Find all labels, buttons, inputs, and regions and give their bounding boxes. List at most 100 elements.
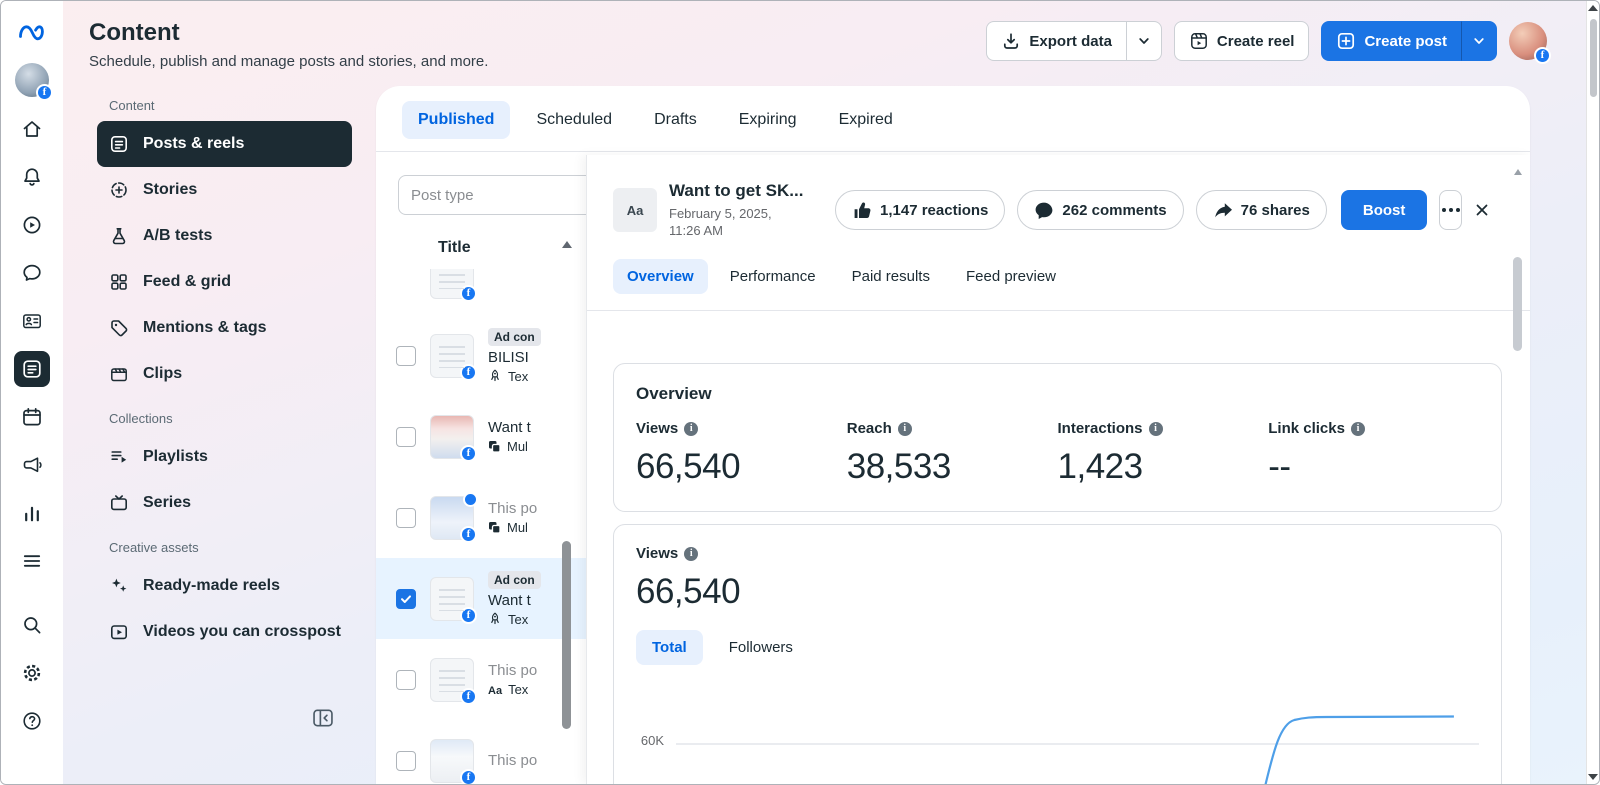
sidebar-item-label: Feed & grid — [143, 273, 232, 290]
sidebar-item-label: Playlists — [143, 448, 208, 465]
detail-tab-overview[interactable]: Overview — [613, 259, 708, 294]
business-avatar[interactable] — [15, 63, 53, 101]
post-row[interactable]: This po Tex — [376, 639, 586, 720]
overview-heading: Overview — [636, 384, 712, 403]
scroll-down-icon[interactable] — [1588, 774, 1598, 780]
export-data-dropdown[interactable] — [1125, 21, 1162, 61]
create-post-button[interactable]: Create post — [1321, 21, 1461, 61]
shares-label: 76 shares — [1240, 201, 1310, 219]
scrollbar-thumb[interactable] — [1590, 19, 1597, 97]
post-row-subtitle: Mul — [488, 439, 586, 454]
sidebar-item-clips[interactable]: Clips — [97, 351, 352, 397]
reactions-label: 1,147 reactions — [880, 201, 989, 219]
sidebar-item-playlists[interactable]: Playlists — [97, 434, 352, 480]
notifications-icon[interactable] — [14, 159, 50, 195]
content-icon[interactable] — [14, 351, 50, 387]
post-type-filter[interactable]: Post type — [398, 175, 586, 215]
views-total-tab[interactable]: Total — [636, 630, 703, 665]
all-tools-icon[interactable] — [14, 543, 50, 579]
home-icon[interactable] — [14, 111, 50, 147]
create-post-dropdown[interactable] — [1461, 21, 1497, 61]
sidebar-item-feed-grid[interactable]: Feed & grid — [97, 259, 352, 305]
post-row-selected[interactable]: Ad con Want t Tex — [376, 558, 586, 639]
sidebar-item-mentions-tags[interactable]: Mentions & tags — [97, 305, 352, 351]
sidebar-item-series[interactable]: Series — [97, 480, 352, 526]
export-data-button[interactable]: Export data — [986, 21, 1126, 61]
messages-icon[interactable] — [14, 255, 50, 291]
sidebar-item-label: Ready-made reels — [143, 577, 280, 594]
account-avatar[interactable] — [1509, 22, 1551, 64]
shares-button[interactable]: 76 shares — [1195, 190, 1327, 230]
info-icon[interactable] — [684, 546, 699, 561]
post-row-title: This po — [488, 500, 538, 517]
ads-manager-icon[interactable] — [14, 207, 50, 243]
search-icon[interactable] — [14, 607, 50, 643]
row-checkbox[interactable] — [396, 426, 416, 447]
post-row-text: This po Mul — [488, 500, 586, 535]
post-thumbnail — [430, 414, 477, 462]
post-row[interactable]: This po Mul — [376, 477, 586, 558]
boost-button[interactable]: Boost — [1340, 190, 1428, 230]
meta-logo[interactable] — [17, 17, 47, 47]
reactions-button[interactable]: 1,147 reactions — [835, 190, 1006, 230]
scroll-up-icon[interactable] — [1513, 169, 1522, 175]
scrollbar-thumb[interactable] — [1513, 257, 1522, 351]
detail-tab-feed-preview[interactable]: Feed preview — [952, 259, 1070, 294]
collapse-sidebar-button[interactable] — [310, 706, 336, 732]
post-row-subtitle: Tex — [488, 682, 586, 697]
create-reel-button[interactable]: Create reel — [1173, 21, 1310, 61]
metric-link-clicks: Link clicks -- — [1268, 420, 1479, 487]
row-checkbox[interactable] — [396, 669, 416, 690]
post-row-partial[interactable] — [376, 269, 586, 315]
row-checkbox[interactable] — [396, 507, 416, 528]
tab-scheduled[interactable]: Scheduled — [520, 101, 628, 139]
playlists-icon — [109, 447, 129, 467]
tab-drafts[interactable]: Drafts — [638, 101, 713, 139]
row-checkbox-checked[interactable] — [396, 588, 416, 609]
row-checkbox[interactable] — [396, 750, 416, 771]
sidebar-item-ab-tests[interactable]: A/B tests — [97, 213, 352, 259]
scrollbar-thumb[interactable] — [562, 541, 571, 729]
sidebar-item-posts-reels[interactable]: Posts & reels — [97, 121, 352, 167]
sidebar-item-stories[interactable]: Stories — [97, 167, 352, 213]
detail-tab-performance[interactable]: Performance — [716, 259, 830, 294]
post-row[interactable]: This po — [376, 720, 586, 784]
info-icon[interactable] — [897, 421, 912, 436]
row-checkbox[interactable] — [396, 345, 416, 366]
browser-scrollbar[interactable] — [1586, 1, 1599, 784]
post-row-subtitle: Tex — [488, 612, 586, 627]
planner-icon[interactable] — [14, 399, 50, 435]
settings-icon[interactable] — [14, 655, 50, 691]
post-row-text: Ad con BILISI Tex — [488, 327, 586, 384]
more-options-button[interactable] — [1439, 190, 1462, 230]
metric-value: 38,533 — [846, 447, 952, 486]
post-row[interactable]: Ad con BILISI Tex — [376, 315, 586, 396]
tab-expired[interactable]: Expired — [823, 101, 909, 139]
post-title: Want to get SK... — [669, 181, 804, 200]
tab-expiring[interactable]: Expiring — [723, 101, 813, 139]
help-icon[interactable] — [14, 703, 50, 739]
info-icon[interactable] — [1350, 421, 1365, 436]
detail-tab-paid-results[interactable]: Paid results — [838, 259, 944, 294]
insights-icon[interactable] — [14, 495, 50, 531]
scroll-up-icon[interactable] — [1588, 5, 1598, 11]
tab-published[interactable]: Published — [402, 101, 511, 139]
ab-tests-icon — [109, 226, 129, 246]
info-icon[interactable] — [1148, 421, 1163, 436]
ads-icon[interactable] — [14, 447, 50, 483]
sidebar-item-crosspost-videos[interactable]: Videos you can crosspost — [97, 609, 352, 655]
list-scrollbar[interactable] — [562, 241, 572, 778]
scroll-up-icon[interactable] — [562, 241, 572, 248]
info-icon[interactable] — [684, 421, 699, 436]
close-button[interactable] — [1474, 193, 1490, 227]
comments-button[interactable]: 262 comments — [1017, 190, 1184, 230]
leads-icon[interactable] — [14, 303, 50, 339]
export-data-label: Export data — [1029, 32, 1112, 50]
sidebar-item-label: Posts & reels — [143, 135, 245, 152]
views-followers-tab[interactable]: Followers — [713, 630, 809, 665]
metric-label: Reach — [846, 420, 892, 437]
sidebar-item-ready-made-reels[interactable]: Ready-made reels — [97, 563, 352, 609]
post-row[interactable]: Want t Mul — [376, 396, 586, 477]
post-info: Want to get SK... February 5, 2025, 11:2… — [669, 181, 823, 239]
detail-scrollbar[interactable] — [1513, 169, 1522, 776]
